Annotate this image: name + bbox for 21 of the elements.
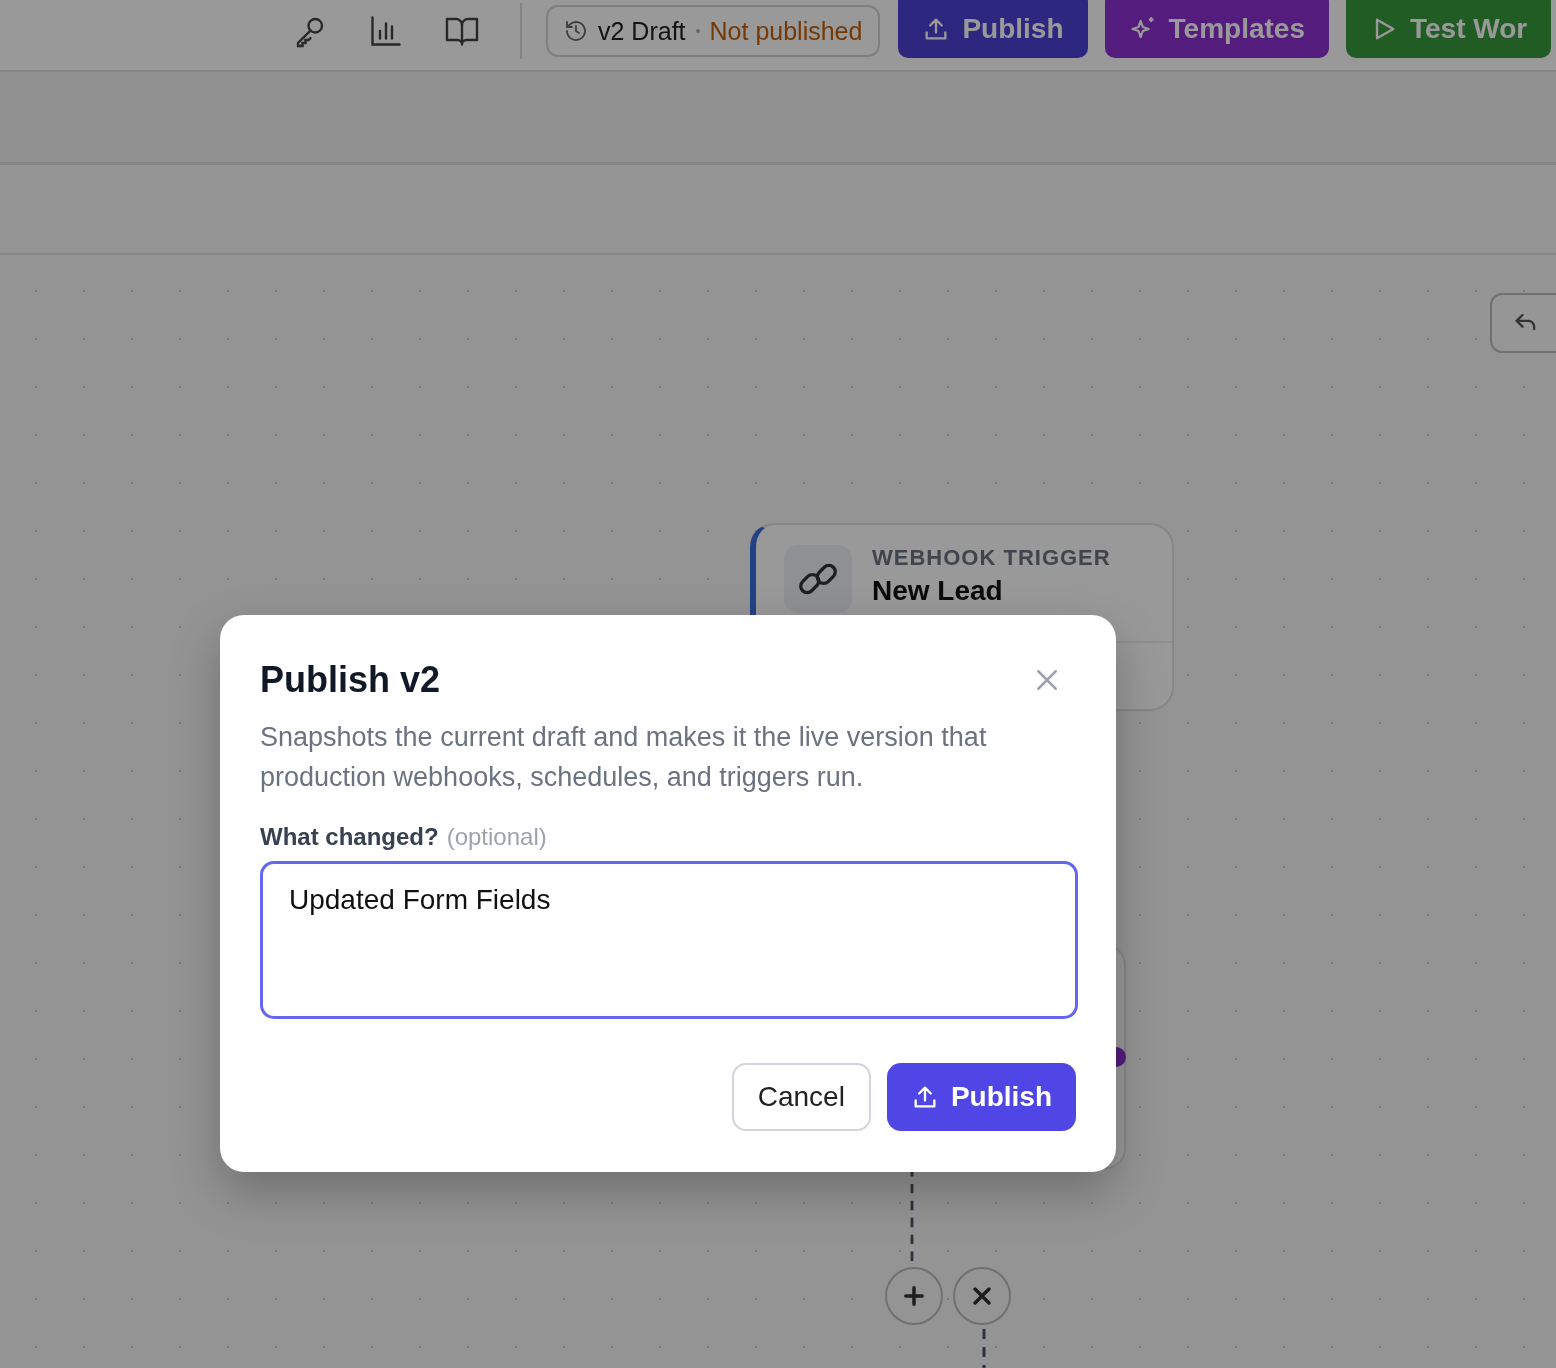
node-title: New Lead [872, 575, 1004, 607]
field-label: What changed? [260, 823, 439, 851]
publish-status: Not published [709, 16, 863, 46]
field-hint: (optional) [446, 823, 547, 851]
dialog-title: Publish v2 [260, 659, 441, 701]
version-pill[interactable]: v2 Draft Not published [546, 5, 881, 57]
undo-button[interactable] [1490, 293, 1556, 353]
version-label: v2 Draft [598, 16, 686, 46]
add-step-button[interactable] [885, 1267, 943, 1325]
dialog-button[interactable]: Publish [886, 1063, 1076, 1131]
node-type: WEBHOOK TRIGGER [872, 545, 1111, 571]
link-icon [784, 545, 852, 613]
toolbar-button[interactable]: Templates [1104, 0, 1329, 58]
bar-chart-icon[interactable] [368, 13, 404, 49]
toolbar-button[interactable]: Publish [898, 0, 1088, 58]
remove-button[interactable] [953, 1267, 1011, 1325]
connector-line [982, 1329, 986, 1368]
dialog-button[interactable]: Cancel [731, 1063, 871, 1131]
change-note-field[interactable]: Updated Form Fields [260, 861, 1078, 1019]
history-icon [564, 19, 588, 43]
dialog-description: Snapshots the current draft and makes it the live version that production webhooks, schedules, and triggers run. [260, 721, 988, 794]
